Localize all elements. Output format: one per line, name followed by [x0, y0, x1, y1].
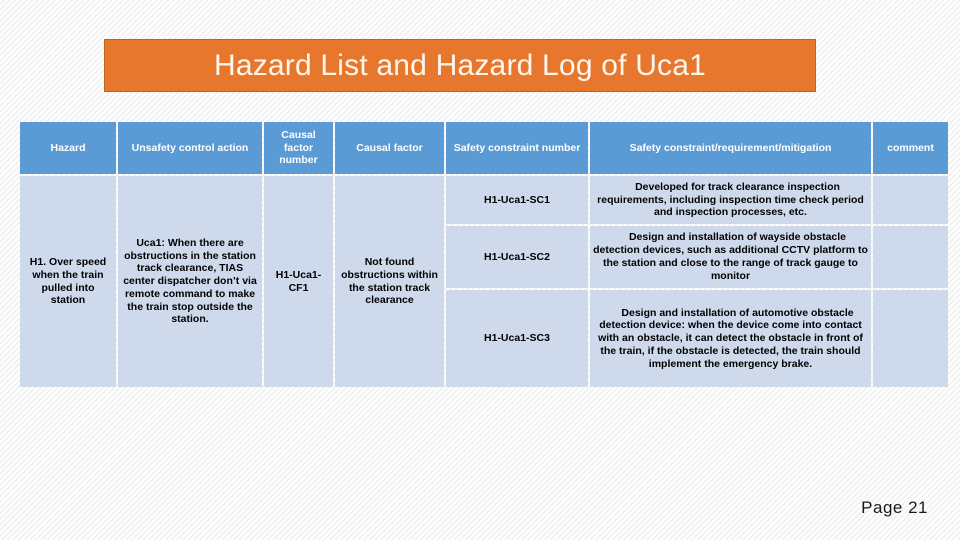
cell-safety-constraint-number-3: H1-Uca1-SC3 — [446, 290, 588, 387]
column-header-safety-constraint-mitigation: Safety constraint/requirement/mitigation — [590, 122, 871, 174]
cell-causal-factor-number: H1-Uca1-CF1 — [264, 176, 333, 387]
column-header-hazard: Hazard — [20, 122, 116, 174]
cell-mitigation-2: Design and installation of wayside obsta… — [590, 226, 871, 288]
cell-safety-constraint-number-2: H1-Uca1-SC2 — [446, 226, 588, 288]
slide-title-banner: Hazard List and Hazard Log of Uca1 — [104, 39, 816, 92]
table-row: H1. Over speed when the train pulled int… — [20, 176, 948, 387]
column-header-causal-factor-number: Causal factor number — [264, 122, 333, 174]
cell-mitigation-3: Design and installation of automotive ob… — [590, 290, 871, 387]
cell-comment-1 — [873, 176, 948, 224]
cell-hazard: H1. Over speed when the train pulled int… — [20, 176, 116, 387]
page-title: Hazard List and Hazard Log of Uca1 — [213, 48, 707, 82]
column-header-safety-constraint-number: Safety constraint number — [446, 122, 588, 174]
column-header-comment: comment — [873, 122, 948, 174]
cell-comment-3 — [873, 290, 948, 387]
cell-comment-2 — [873, 226, 948, 288]
hazard-log-table: Hazard Unsafety control action Causal fa… — [18, 120, 950, 389]
page-number: Page 21 — [861, 498, 928, 517]
cell-mitigation-1: Developed for track clearance inspection… — [590, 176, 871, 224]
column-header-unsafety-control-action: Unsafety control action — [118, 122, 262, 174]
cell-safety-constraint-number-1: H1-Uca1-SC1 — [446, 176, 588, 224]
column-header-causal-factor: Causal factor — [335, 122, 444, 174]
table-header-row: Hazard Unsafety control action Causal fa… — [20, 122, 948, 174]
cell-unsafety-control-action: Uca1: When there are obstructions in the… — [118, 176, 262, 387]
cell-causal-factor: Not found obstructions within the statio… — [335, 176, 444, 387]
